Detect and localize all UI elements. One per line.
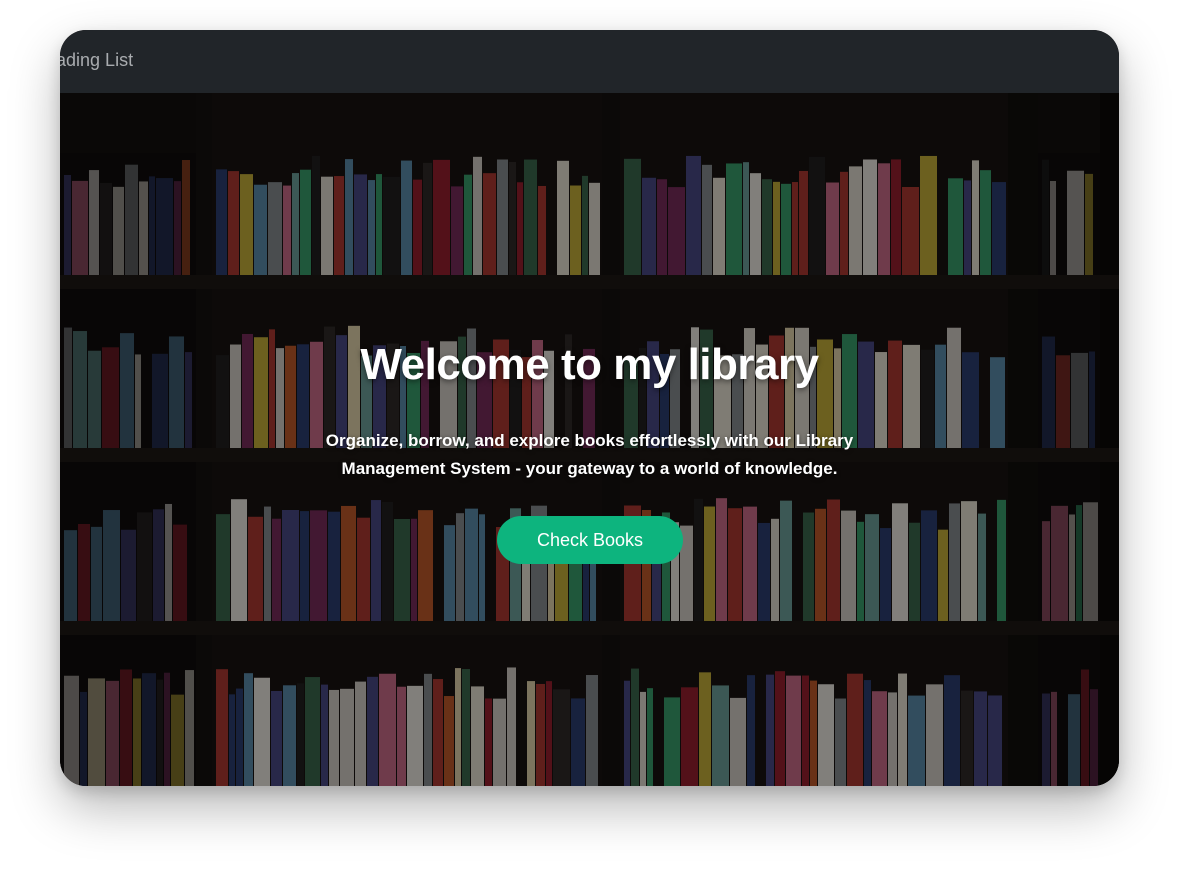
hero-section: Welcome to my library Organize, borrow, … (60, 93, 1119, 786)
hero-content: Welcome to my library Organize, borrow, … (60, 93, 1119, 786)
navbar-brand[interactable]: Reading List (60, 50, 133, 71)
browser-window: Reading List Welcome to my library Organ… (60, 30, 1119, 786)
navbar: Reading List (60, 30, 1119, 93)
hero-title: Welcome to my library (360, 340, 819, 389)
check-books-button[interactable]: Check Books (497, 516, 683, 564)
hero-subtitle: Organize, borrow, and explore books effo… (325, 431, 854, 478)
